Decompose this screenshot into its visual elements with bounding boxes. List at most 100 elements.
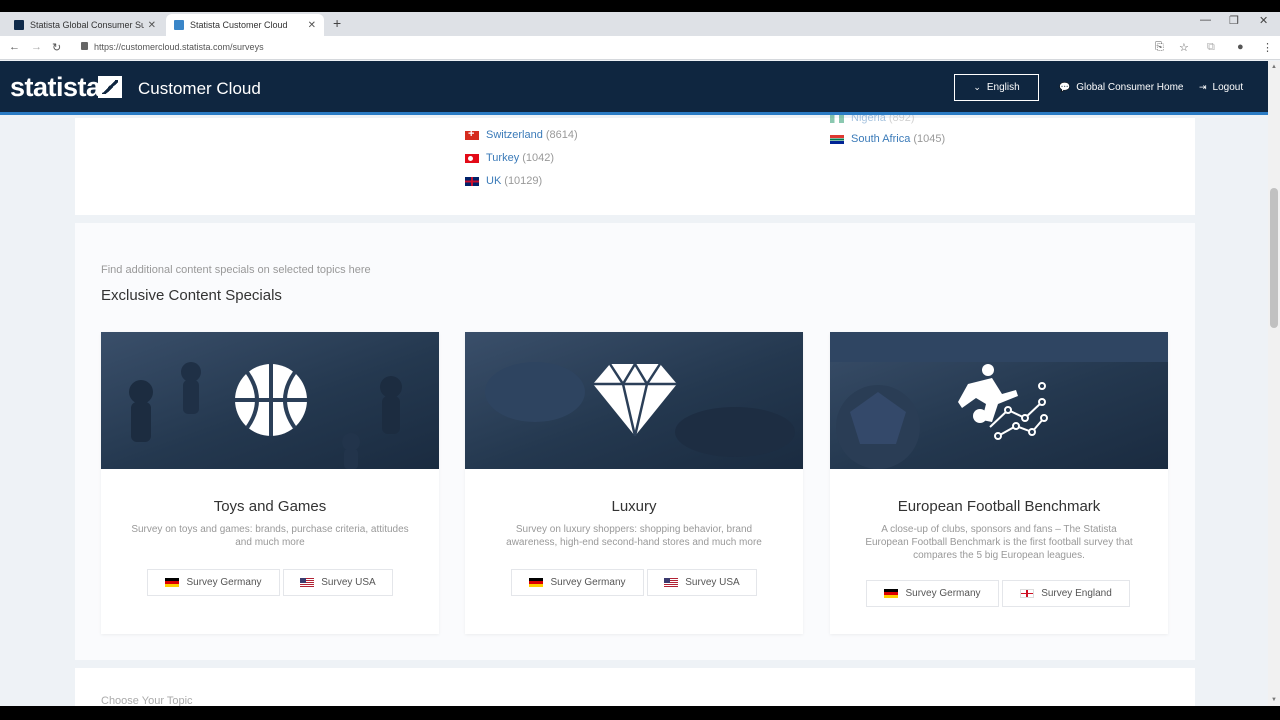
url-input[interactable]: https://customercloud.statista.com/surve… — [94, 42, 264, 52]
bookmark-star-icon[interactable]: ☆ — [1179, 41, 1189, 54]
bottom-black-bar — [0, 706, 1280, 720]
button-label: Survey Germany — [905, 588, 981, 599]
button-label: Survey Germany — [550, 577, 626, 588]
card-title: Luxury — [611, 498, 657, 515]
statista-logo-mark-icon — [98, 76, 122, 98]
forward-icon[interactable]: → — [31, 41, 42, 53]
statista-logo[interactable]: statista — [10, 72, 101, 103]
survey-germany-button[interactable]: Survey Germany — [147, 569, 280, 596]
card-description: Survey on luxury shoppers: shopping beha… — [506, 524, 762, 548]
reload-icon[interactable]: ↻ — [52, 41, 61, 54]
tab-title: Statista Global Consumer Survey — [30, 20, 144, 30]
country-count: (1042) — [522, 152, 555, 164]
button-label: Survey USA — [321, 577, 376, 588]
country-list-card — [75, 118, 1195, 215]
button-label: Survey England — [1041, 588, 1112, 599]
card-title: European Football Benchmark — [897, 498, 1101, 515]
profile-icon[interactable]: ● — [1237, 41, 1244, 53]
chat-bubbles-icon: 💬 — [1059, 82, 1071, 92]
survey-england-button[interactable]: Survey England — [1002, 580, 1130, 607]
card-description: Survey on toys and games: brands, purcha… — [131, 524, 409, 548]
survey-germany-button[interactable]: Survey Germany — [511, 569, 644, 596]
section-subtitle: Find additional content specials on sele… — [101, 264, 371, 276]
stadium-scene — [830, 332, 1168, 469]
england-flag-icon — [1020, 589, 1035, 598]
close-icon[interactable]: ✕ — [308, 20, 316, 31]
country-name: South Africa — [851, 133, 911, 145]
germany-flag-icon — [529, 578, 544, 587]
usa-flag-icon — [664, 578, 679, 587]
card-image — [830, 332, 1168, 469]
football-player-icon — [958, 364, 1018, 423]
topic-section-card — [75, 668, 1195, 708]
link-label: Global Consumer Home — [1076, 82, 1184, 93]
global-consumer-home-link[interactable]: 💬 Global Consumer Home — [1059, 82, 1183, 93]
link-label: Logout — [1212, 82, 1244, 93]
basketball-icon — [235, 364, 307, 436]
statista-favicon-icon — [174, 20, 184, 30]
button-label: Survey Germany — [186, 577, 262, 588]
diamond-icon — [593, 361, 677, 437]
country-link-switzerland[interactable]: Switzerland (8614) — [465, 128, 578, 141]
menu-dots-icon[interactable]: ⋮ — [1262, 41, 1273, 54]
germany-flag-icon — [884, 589, 899, 598]
tab-global-consumer-survey[interactable]: Statista Global Consumer Survey ✕ — [6, 14, 164, 36]
card-description: A close-up of clubs, sponsors and fans –… — [865, 524, 1133, 561]
close-icon[interactable]: ✕ — [148, 20, 156, 31]
page-scrollbar[interactable] — [1268, 61, 1280, 706]
usa-flag-icon — [300, 578, 315, 587]
lock-icon — [81, 42, 88, 50]
switzerland-flag-icon — [465, 128, 479, 140]
card-image — [101, 332, 439, 469]
button-label: Survey USA — [685, 577, 740, 588]
luxury-scene — [485, 361, 795, 457]
special-card-luxury[interactable]: Luxury Survey on luxury shoppers: shoppi… — [465, 332, 803, 634]
top-black-bar — [0, 0, 1280, 12]
country-count: (10129) — [504, 175, 543, 187]
tab-customer-cloud[interactable]: Statista Customer Cloud ✕ — [166, 14, 324, 36]
survey-usa-button[interactable]: Survey USA — [283, 569, 393, 596]
country-count: (8614) — [545, 129, 578, 141]
statista-favicon-icon — [14, 20, 24, 30]
extension-icon[interactable]: ⧉ — [1207, 41, 1215, 54]
south-africa-flag-icon — [830, 134, 844, 144]
translate-icon[interactable]: ⎘ — [1155, 41, 1164, 54]
country-name: Turkey — [486, 152, 520, 164]
window-close-icon[interactable]: ✕ — [1259, 14, 1268, 27]
browser-tabstrip: Statista Global Consumer Survey ✕ Statis… — [0, 12, 1280, 36]
turkey-flag-icon — [465, 153, 479, 163]
survey-germany-button[interactable]: Survey Germany — [866, 580, 999, 607]
scroll-up-arrow-icon[interactable]: ▲ — [1271, 64, 1277, 70]
scroll-down-arrow-icon[interactable]: ▼ — [1271, 697, 1277, 703]
country-name: Switzerland — [486, 129, 543, 141]
scrollbar-thumb[interactable] — [1270, 188, 1278, 328]
screen: Statista Global Consumer Survey ✕ Statis… — [0, 0, 1280, 720]
tab-title: Statista Customer Cloud — [190, 20, 288, 30]
back-icon[interactable]: ← — [9, 41, 20, 53]
germany-flag-icon — [165, 578, 180, 587]
logout-link[interactable]: ⇥ Logout — [1199, 82, 1243, 93]
chevron-down-icon: ⌄ — [973, 82, 981, 92]
card-title: Toys and Games — [213, 498, 327, 515]
language-select-button[interactable]: ⌄ English — [954, 74, 1039, 101]
site-header: statista Customer Cloud ⌄ English 💬 Glob… — [0, 61, 1268, 115]
logout-icon: ⇥ — [1199, 82, 1207, 92]
section-title: Exclusive Content Specials — [101, 287, 282, 304]
language-label: English — [986, 82, 1020, 93]
new-tab-icon[interactable]: + — [333, 15, 341, 31]
board-game-scene — [129, 362, 402, 469]
country-count: (1045) — [913, 133, 946, 145]
country-link-uk[interactable]: UK (10129) — [465, 175, 542, 187]
country-name: UK — [486, 175, 502, 187]
special-card-toys-and-games[interactable]: Toys and Games Survey on toys and games:… — [101, 332, 439, 634]
card-image — [465, 332, 803, 469]
special-card-european-football-benchmark[interactable]: European Football Benchmark A close-up o… — [830, 332, 1168, 634]
address-bar: ← → ↻ https://customercloud.statista.com… — [0, 36, 1280, 60]
survey-usa-button[interactable]: Survey USA — [647, 569, 757, 596]
restore-icon[interactable]: ❐ — [1229, 14, 1239, 27]
minimize-icon[interactable]: — — [1200, 14, 1211, 26]
country-link-south-africa[interactable]: South Africa (1045) — [830, 133, 945, 145]
uk-flag-icon — [465, 176, 479, 186]
app-title: Customer Cloud — [138, 79, 261, 98]
country-link-turkey[interactable]: Turkey (1042) — [465, 152, 554, 164]
